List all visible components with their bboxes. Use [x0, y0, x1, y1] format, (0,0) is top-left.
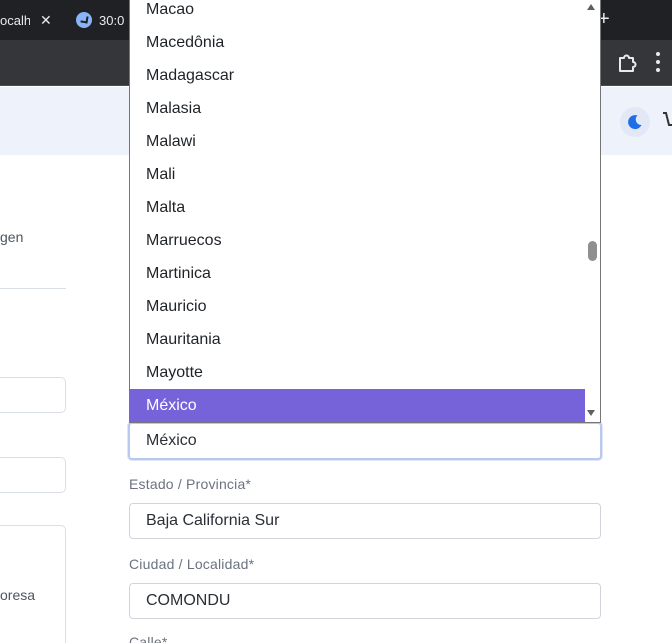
country-option[interactable]: Mayotte [130, 356, 585, 389]
left-column-label: gen [0, 229, 24, 245]
country-dropdown-list[interactable]: Macao Macedônia Madagascar Malasia Malaw… [129, 0, 601, 423]
state-field-value: Baja California Sur [146, 512, 280, 529]
check-circle-icon [76, 12, 92, 28]
country-option[interactable]: Malawi [130, 125, 585, 158]
country-select-value: México [146, 432, 197, 449]
dropdown-scrollbar[interactable] [585, 0, 600, 422]
country-option[interactable]: Malasia [130, 92, 585, 125]
country-option[interactable]: Marruecos [130, 224, 585, 257]
tab-close-icon[interactable]: ✕ [40, 12, 52, 29]
city-field-value: COMONDU [146, 592, 231, 609]
cart-icon[interactable] [662, 110, 672, 132]
scroll-up-arrow-icon[interactable] [587, 4, 595, 10]
country-option[interactable]: Macao [130, 0, 585, 26]
country-option[interactable]: Madagascar [130, 59, 585, 92]
state-field[interactable]: Baja California Sur [129, 503, 601, 539]
state-label: Estado / Provincia* [129, 476, 252, 492]
left-input[interactable] [0, 377, 66, 413]
moon-icon [628, 115, 642, 130]
more-vert-icon[interactable] [656, 50, 660, 74]
left-column-label: oresa [0, 587, 36, 603]
puzzle-icon[interactable] [616, 52, 638, 74]
street-label: Calle* [129, 634, 168, 643]
tab-title: ocalh [0, 12, 30, 28]
country-select[interactable]: México [128, 422, 602, 460]
left-card [0, 525, 66, 643]
browser-tab-timer[interactable]: 30:0 [70, 0, 130, 40]
scroll-down-arrow-icon[interactable] [587, 410, 595, 416]
left-divider [0, 288, 66, 289]
country-option[interactable]: Macedônia [130, 26, 585, 59]
country-option-selected[interactable]: México [130, 389, 585, 422]
theme-toggle-button[interactable] [620, 107, 650, 137]
left-input[interactable] [0, 457, 66, 493]
country-option[interactable]: Mauricio [130, 290, 585, 323]
city-label: Ciudad / Localidad* [129, 556, 255, 572]
country-option[interactable]: Malta [130, 191, 585, 224]
browser-tab-localhost[interactable]: ocalh ✕ [0, 0, 62, 40]
tab-title: 30:0 [99, 12, 125, 28]
country-option[interactable]: Mauritania [130, 323, 585, 356]
scrollbar-thumb[interactable] [588, 241, 597, 261]
country-option[interactable]: Martinica [130, 257, 585, 290]
city-field[interactable]: COMONDU [129, 583, 601, 619]
country-option[interactable]: Mali [130, 158, 585, 191]
